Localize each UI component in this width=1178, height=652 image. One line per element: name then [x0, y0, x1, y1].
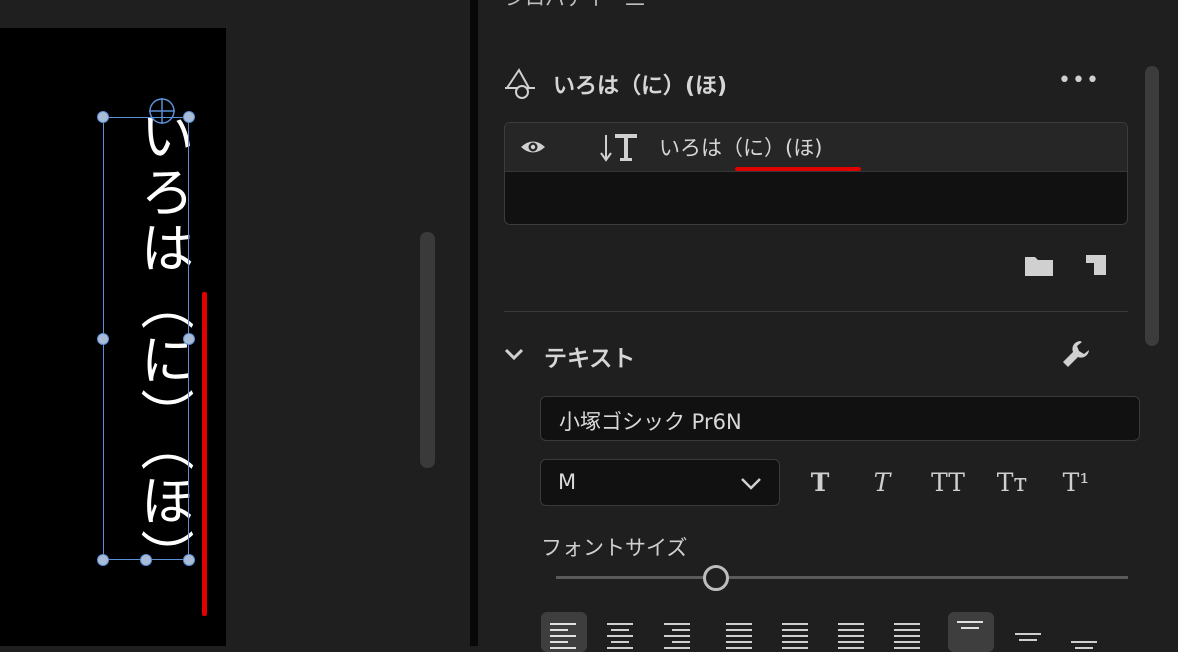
all-caps-button[interactable]: TT: [926, 466, 970, 500]
red-annotation-underline: [735, 167, 861, 171]
faux-bold-button[interactable]: T: [800, 466, 840, 500]
layer-row-label: いろは（に）(ほ): [659, 136, 823, 160]
justify-last-left-button[interactable]: [717, 612, 763, 652]
resize-handle-bottom-center[interactable]: [140, 554, 152, 566]
resize-handle-middle-left[interactable]: [97, 333, 109, 345]
monitor-scrollbar[interactable]: [420, 232, 435, 468]
chevron-down-icon: [741, 478, 761, 490]
justify-last-center-button[interactable]: [773, 612, 819, 652]
new-group-folder-icon[interactable]: [1024, 254, 1054, 278]
panel-divider[interactable]: [470, 0, 478, 646]
resize-handle-top-left[interactable]: [97, 111, 109, 123]
layer-group-name[interactable]: いろは（に）(ほ): [553, 68, 727, 100]
font-weight-dropdown[interactable]: M: [540, 459, 780, 506]
justify-last-right-button[interactable]: [829, 612, 875, 652]
resize-handle-bottom-right[interactable]: [183, 554, 195, 566]
align-bottom-button[interactable]: [1062, 612, 1108, 652]
superscript-button[interactable]: T¹: [1054, 466, 1098, 500]
font-weight-value: M: [558, 470, 577, 494]
justify-all-button[interactable]: [885, 612, 931, 652]
panel-title: ンロパテイー二: [505, 0, 645, 11]
resize-handle-bottom-left[interactable]: [97, 554, 109, 566]
align-center-button[interactable]: [597, 612, 643, 652]
faux-italic-button[interactable]: T: [862, 466, 902, 500]
align-middle-button[interactable]: [1006, 612, 1052, 652]
font-family-value: 小塚ゴシック Pr6N: [559, 410, 742, 434]
align-right-button[interactable]: [653, 612, 699, 652]
panel-scrollbar[interactable]: [1145, 66, 1159, 346]
resize-handle-top-right[interactable]: [183, 111, 195, 123]
layer-list[interactable]: いろは（に）(ほ): [504, 122, 1128, 225]
vertical-text-layer-icon: [600, 134, 637, 162]
text-bounding-box[interactable]: [103, 117, 189, 560]
anchor-point-icon[interactable]: [148, 97, 176, 125]
chevron-down-icon[interactable]: [502, 342, 526, 366]
wrench-icon[interactable]: [1060, 338, 1092, 370]
red-annotation-line-vertical: [202, 292, 207, 616]
font-size-slider-thumb[interactable]: [703, 565, 730, 591]
align-top-button[interactable]: [948, 612, 994, 652]
font-size-label: フォントサイズ: [541, 536, 688, 560]
new-layer-icon[interactable]: [1084, 253, 1108, 277]
more-options-button[interactable]: •••: [1058, 66, 1099, 96]
resize-handle-middle-right[interactable]: [183, 333, 195, 345]
align-left-button[interactable]: [541, 612, 587, 652]
eye-visibility-icon[interactable]: [519, 135, 547, 159]
section-separator: [504, 311, 1128, 312]
layer-row[interactable]: いろは（に）(ほ): [505, 123, 1127, 172]
small-caps-button[interactable]: Tт: [990, 466, 1034, 500]
text-section-title[interactable]: テキスト: [544, 339, 635, 373]
shape-group-icon: [505, 68, 535, 99]
font-size-slider-track[interactable]: [556, 576, 1128, 579]
font-family-field[interactable]: 小塚ゴシック Pr6N: [540, 396, 1140, 441]
